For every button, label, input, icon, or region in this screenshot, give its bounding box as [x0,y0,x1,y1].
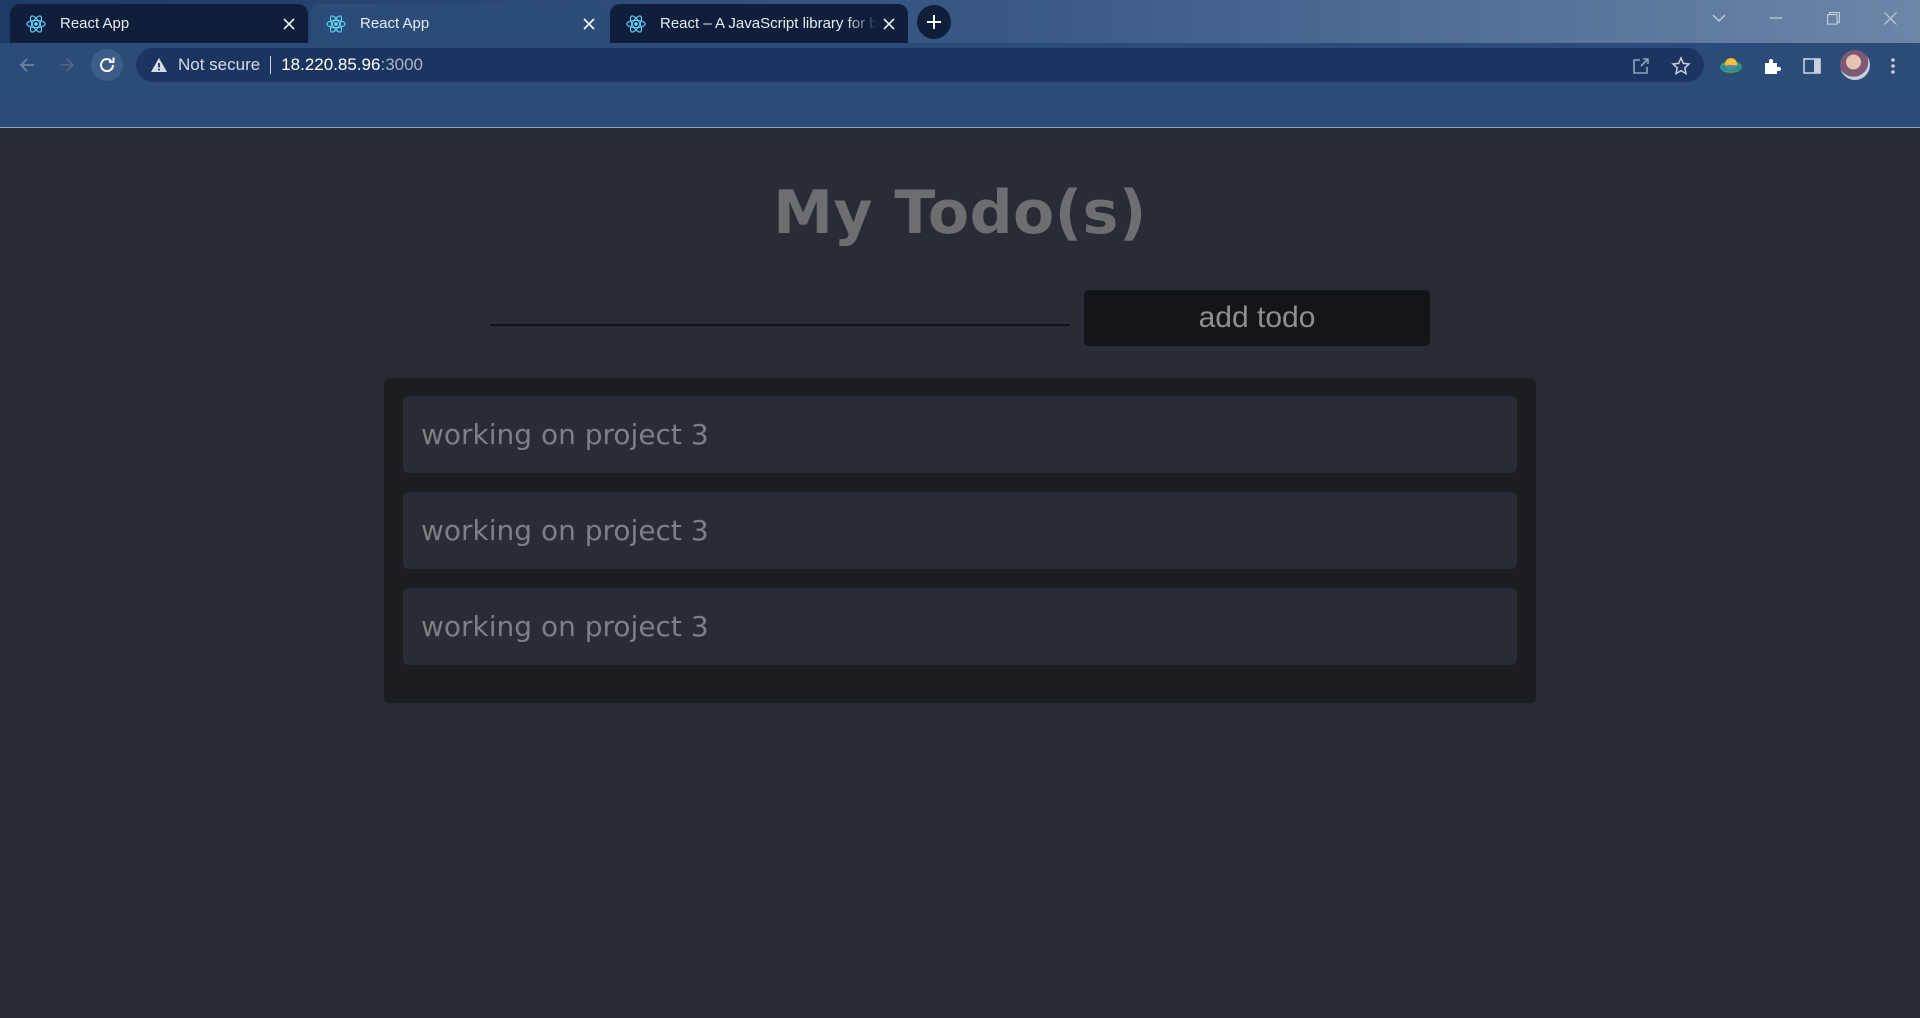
side-panel-icon[interactable] [1800,54,1824,78]
address-separator [270,56,272,74]
close-tab-icon[interactable] [578,13,600,35]
todo-item[interactable]: working on project 3 [403,588,1517,665]
tab-react-app-2[interactable]: React App [310,4,608,43]
url-host: 18.220.85.96 [281,55,381,74]
profile-avatar[interactable] [1840,50,1870,80]
reload-icon [100,57,115,73]
menu-kebab-icon[interactable] [1881,54,1905,78]
todo-input[interactable] [490,288,1070,326]
close-tab-icon[interactable] [278,13,300,35]
url-port: :3000 [380,55,424,74]
minimize-button[interactable] [1752,0,1800,36]
arrow-left-icon [19,58,34,72]
todo-list: working on project 3 working on project … [384,378,1536,703]
tab-title: React – A JavaScript library for bu [660,15,878,32]
react-logo-icon [326,14,346,33]
restore-button[interactable] [1809,0,1857,36]
tab-title: React App [60,15,130,32]
tab-react-docs[interactable]: React – A JavaScript library for bu [610,4,908,43]
restore-icon [1826,11,1840,25]
react-logo-icon [26,14,46,33]
bookmarks-bar [0,87,1920,128]
warning-icon [151,58,167,72]
reload-button[interactable] [91,49,123,81]
extension-icon[interactable] [1719,54,1743,78]
close-icon [1883,11,1897,25]
tab-strip: React App React App React – A JavaScript… [0,0,1920,43]
forward-button[interactable] [51,49,83,81]
react-logo-icon [626,14,646,33]
extensions-puzzle-icon[interactable] [1760,54,1784,78]
tab-title: React App [360,15,430,32]
todo-item[interactable]: working on project 3 [403,492,1517,569]
back-button[interactable] [11,49,43,81]
chevron-down-icon [1712,14,1726,22]
page-title: My Todo(s) [773,178,1147,248]
bookmark-star-icon[interactable] [1670,55,1692,77]
add-todo-button[interactable]: add todo [1084,290,1430,346]
share-icon[interactable] [1630,55,1652,77]
address-bar[interactable]: Not secure 18.220.85.96 :3000 [136,48,1704,82]
tab-react-app-1[interactable]: React App [10,4,308,43]
browser-toolbar: Not secure 18.220.85.96 :3000 [0,43,1920,87]
todo-item[interactable]: working on project 3 [403,396,1517,473]
page-content: My Todo(s) add todo working on project 3… [0,128,1920,1018]
close-tab-icon[interactable] [878,13,900,35]
new-tab-button[interactable] [917,5,951,39]
plus-icon [927,15,941,29]
close-window-button[interactable] [1866,0,1914,36]
minimize-icon [1770,17,1782,19]
tab-search-button[interactable] [1695,0,1743,36]
security-label[interactable]: Not secure [178,55,260,75]
arrow-right-icon [60,58,75,72]
